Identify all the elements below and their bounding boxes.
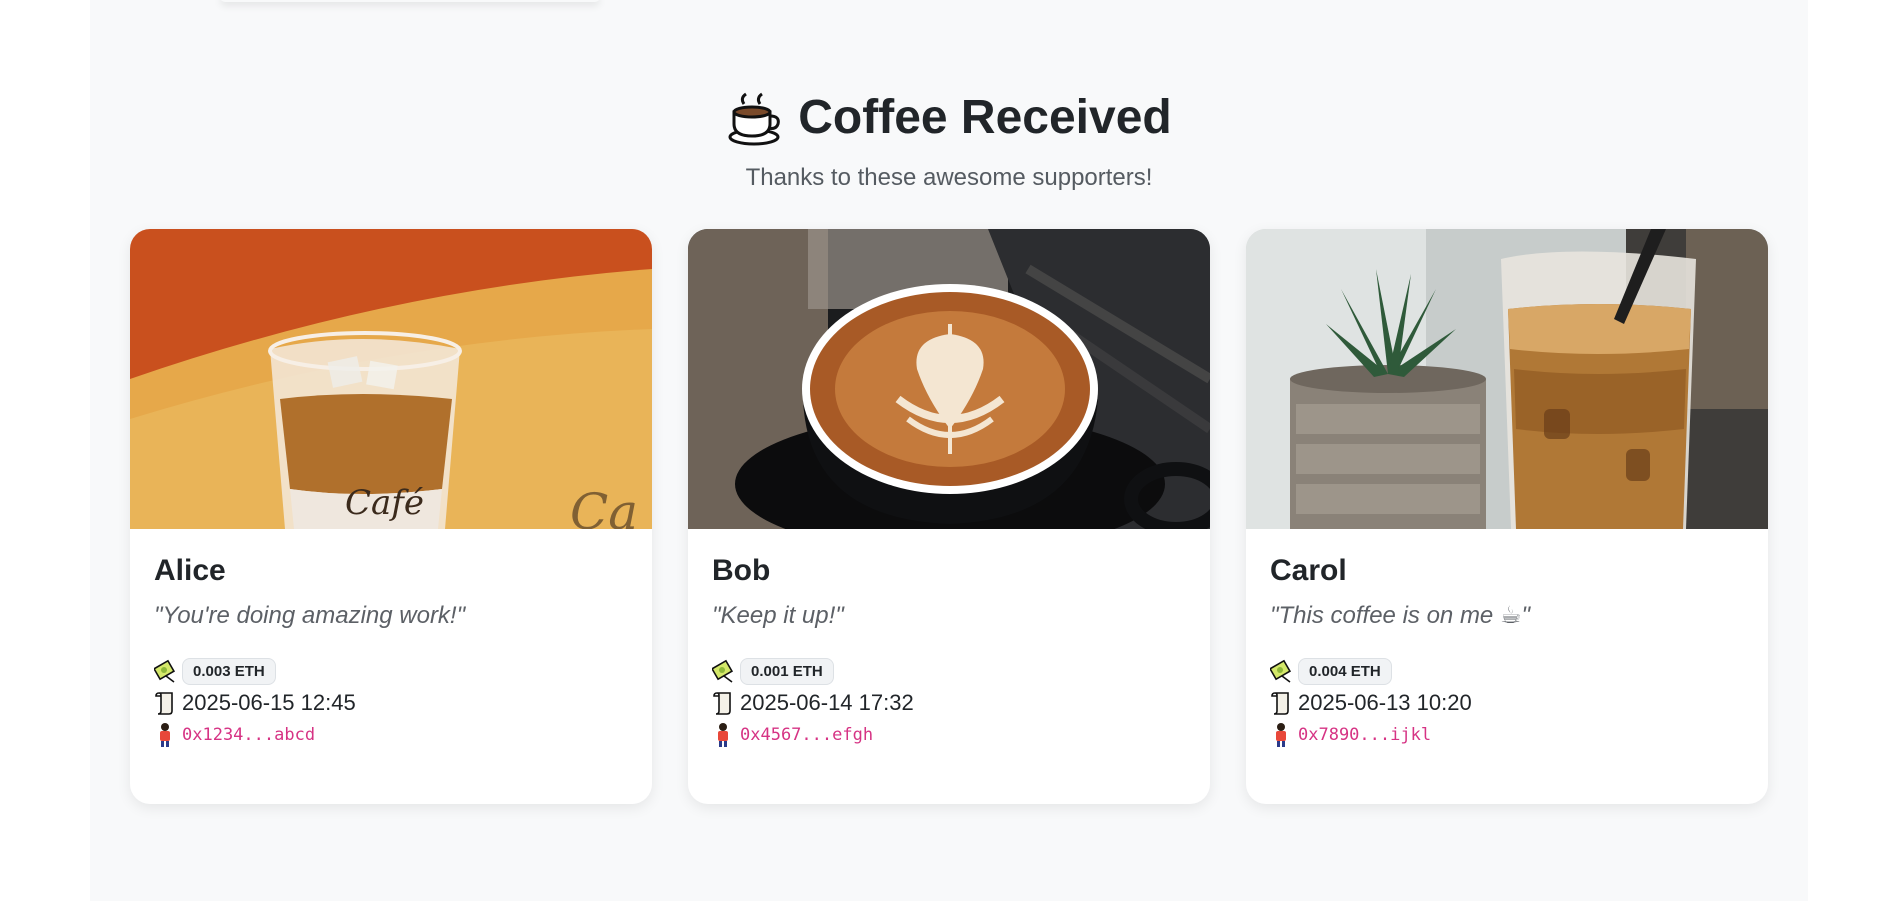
- wallet-address[interactable]: 0x4567...efgh: [740, 725, 873, 745]
- page-subtitle: Thanks to these awesome supporters!: [745, 164, 1153, 191]
- date-row: 2025-06-15 12:45: [154, 687, 628, 719]
- person-icon: [1270, 722, 1292, 748]
- wallet-address[interactable]: 0x7890...ijkl: [1298, 725, 1431, 745]
- money-icon: [152, 658, 176, 684]
- supporter-message: "You're doing amazing work!": [154, 602, 466, 629]
- amount-badge: 0.004 ETH: [1298, 657, 1392, 685]
- page-title: Coffee Received: [726, 88, 1172, 148]
- scrollbar[interactable]: [1887, 0, 1899, 901]
- donation-date: 2025-06-14 17:32: [740, 690, 914, 715]
- amount-row: 0.003 ETH: [152, 655, 628, 687]
- donation-date: 2025-06-13 10:20: [1298, 690, 1472, 715]
- scroll-icon: [712, 690, 734, 716]
- iced-latte-photo: Café Ca: [130, 229, 652, 529]
- svg-text:Ca: Ca: [570, 483, 638, 529]
- page-title-text: Coffee Received: [798, 91, 1172, 144]
- scroll-icon: [154, 690, 176, 716]
- address-row: 0x7890...ijkl: [1270, 719, 1744, 751]
- amount-row: 0.004 ETH: [1268, 655, 1744, 687]
- amount-row: 0.001 ETH: [710, 655, 1186, 687]
- wallet-address[interactable]: 0x1234...abcd: [182, 725, 315, 745]
- page: Coffee Received Thanks to these awesome …: [90, 0, 1808, 901]
- latte-art-photo: [688, 229, 1210, 529]
- page-header: Coffee Received Thanks to these awesome …: [90, 88, 1808, 193]
- supporter-message: "This coffee is on me ☕": [1270, 602, 1530, 629]
- amount-badge: 0.001 ETH: [740, 657, 834, 685]
- supporter-name: Carol: [1270, 554, 1347, 587]
- address-row: 0x1234...abcd: [154, 719, 628, 751]
- supporter-message: "Keep it up!": [712, 602, 844, 629]
- amount-badge: 0.003 ETH: [182, 657, 276, 685]
- money-icon: [1268, 658, 1292, 684]
- supporter-name: Bob: [712, 554, 771, 587]
- supporter-name: Alice: [154, 554, 226, 587]
- donation-date: 2025-06-15 12:45: [182, 690, 356, 715]
- date-row: 2025-06-13 10:20: [1270, 687, 1744, 719]
- nav-shadow: [220, 0, 600, 2]
- iced-coffee-cactus-photo: [1246, 229, 1768, 529]
- person-icon: [712, 722, 734, 748]
- money-icon: [710, 658, 734, 684]
- person-icon: [154, 722, 176, 748]
- scroll-icon: [1270, 690, 1292, 716]
- svg-text:Café: Café: [345, 483, 424, 523]
- coffee-cup-icon: [726, 90, 782, 146]
- supporter-cards: Café Ca Alice "You're doing amazing work…: [130, 229, 1768, 804]
- date-row: 2025-06-14 17:32: [712, 687, 1186, 719]
- address-row: 0x4567...efgh: [712, 719, 1186, 751]
- supporter-card: Carol "This coffee is on me ☕" 0.004 ETH…: [1246, 229, 1768, 804]
- supporter-card: Café Ca Alice "You're doing amazing work…: [130, 229, 652, 804]
- supporter-card: Bob "Keep it up!" 0.001 ETH 2025-06-14 1…: [688, 229, 1210, 804]
